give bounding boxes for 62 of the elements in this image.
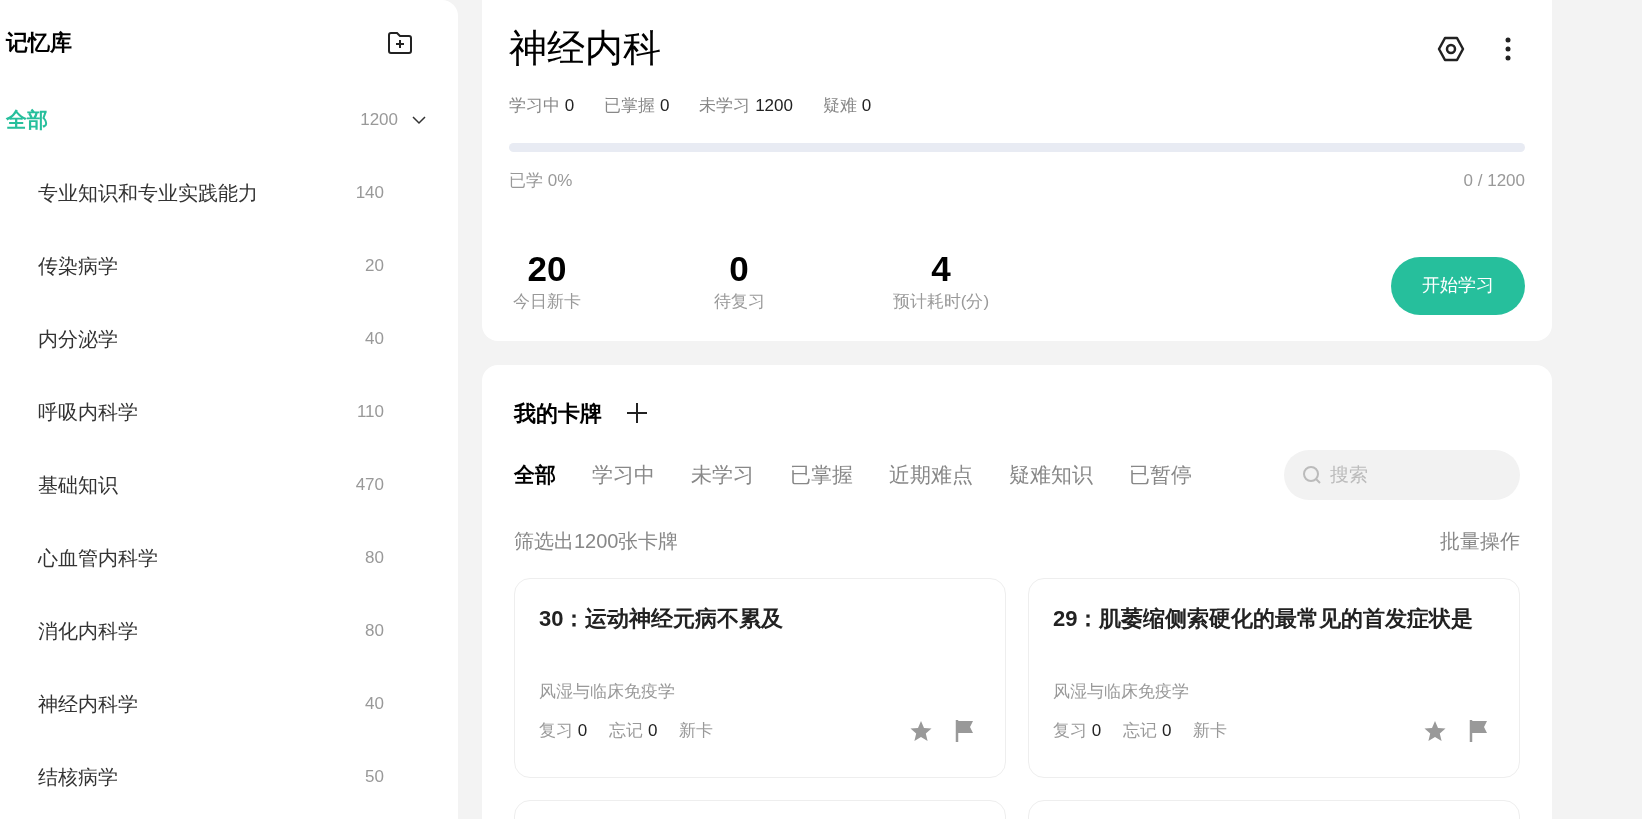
category-count: 140 [355,181,384,204]
category-label[interactable]: 传染病学 [38,250,366,281]
filter-tab[interactable]: 疑难知识 [1009,458,1093,491]
filter-tab[interactable]: 已暂停 [1129,458,1192,491]
folder-add-icon[interactable] [387,30,413,55]
card-status: 新卡 [1193,720,1229,742]
status-count: 未学习 1200 [699,95,793,117]
sidebar-title: 记忆库 [6,29,72,57]
forget-count: 忘记 0 [1123,720,1172,742]
card-title: 30：运动神经元病不累及 [539,604,785,633]
category-label[interactable]: 心血管内科学 [38,542,366,573]
category-label[interactable]: 呼吸内科学 [38,396,357,427]
filter-tab[interactable]: 已掌握 [790,458,853,491]
more-icon[interactable] [1505,36,1511,61]
settings-icon[interactable] [1437,34,1465,63]
category-count: 80 [365,546,384,569]
review-count: 复习 0 [539,720,588,742]
review-count: 复习 0 [1053,720,1102,742]
filter-summary: 筛选出1200张卡牌 [514,528,679,554]
category-label[interactable]: 消化内科学 [38,615,366,646]
category-label[interactable]: 神经内科学 [38,688,366,719]
card-status: 新卡 [679,720,715,742]
flag-icon[interactable] [1469,718,1489,743]
status-count: 疑难 0 [822,95,872,117]
progress-reading: 0 / 1200 [1463,169,1525,192]
flashcard[interactable]: 29：肌萎缩侧索硬化的最常见的首发症状是 风湿与临床免疫学 复习 0 忘记 0 新卡 [1028,577,1520,778]
stat-value: 0 [729,249,749,289]
flag-icon[interactable] [955,718,975,743]
forget-count: 忘记 0 [609,720,658,742]
category-count: 1200 [360,108,398,131]
deck-title: 神经内科 [509,26,661,71]
category-count: 40 [365,692,384,715]
stat-label: 预计耗时(分) [892,291,990,313]
stat-value: 4 [931,249,951,289]
stat-value: 20 [527,249,567,289]
batch-action-link[interactable]: 批量操作 [1440,525,1520,556]
category-count: 470 [355,473,384,496]
filter-tab[interactable]: 学习中 [592,458,655,491]
card-category: 风湿与临床免疫学 [1053,680,1190,703]
stat-label: 待复习 [713,291,765,313]
category-label[interactable]: 基础知识 [38,469,356,500]
flashcard[interactable]: 30：运动神经元病不累及 风湿与临床免疫学 复习 0 忘记 0 新卡 [514,577,1006,778]
category-count: 40 [365,327,384,350]
status-count: 学习中 0 [509,95,575,117]
status-count: 已掌握 0 [604,95,670,117]
category-count: 110 [356,400,384,423]
category-label[interactable]: 专业知识和专业实践能力 [38,177,356,208]
category-count: 20 [365,254,384,277]
filter-tab[interactable]: 近期难点 [889,458,973,491]
category-label[interactable]: 结核病学 [38,761,366,792]
progress-label: 已学 0% [509,169,573,192]
category-count: 50 [365,765,384,788]
plus-icon[interactable] [626,402,648,424]
card-category: 风湿与临床免疫学 [539,680,676,703]
panel-title: 我的卡牌 [514,399,602,428]
filter-tab[interactable]: 未学习 [691,458,754,491]
category-count: 80 [365,619,384,642]
filter-tab[interactable]: 全部 [514,458,556,491]
category-label[interactable]: 内分泌学 [38,323,366,354]
stat-label: 今日新卡 [513,291,581,313]
card-title: 29：肌萎缩侧索硬化的最常见的首发症状是 [1053,604,1475,633]
search-icon [1302,464,1322,485]
